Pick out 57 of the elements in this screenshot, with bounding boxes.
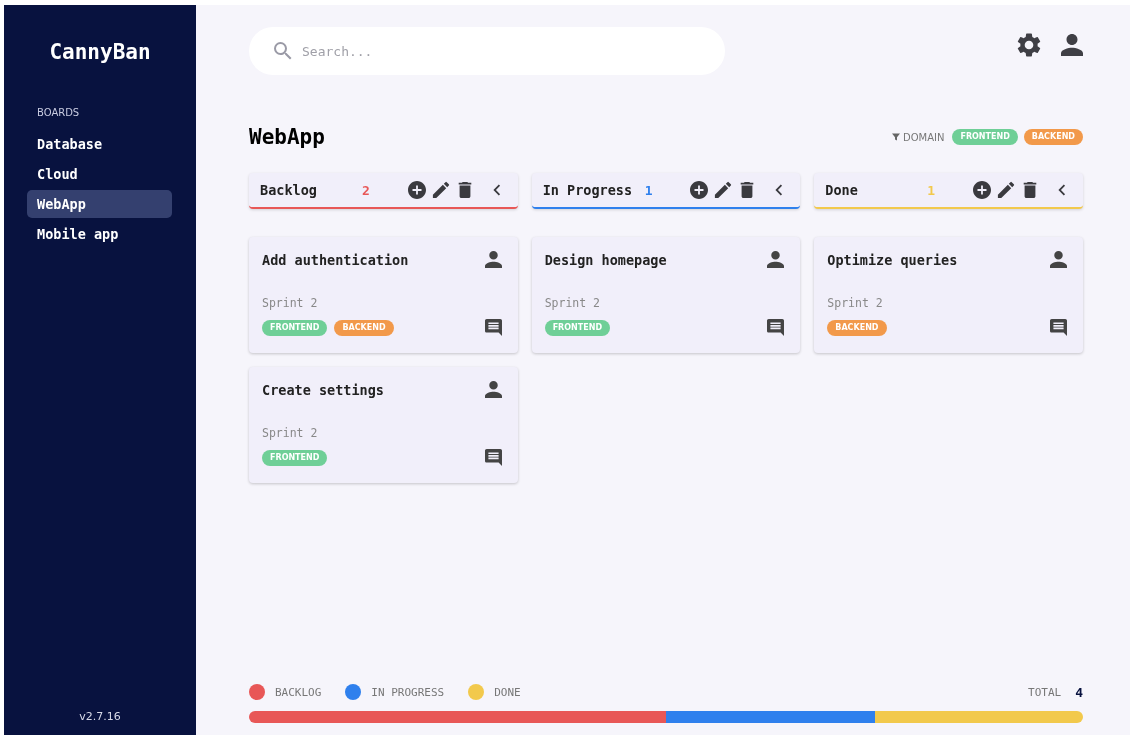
column-name: Backlog [260, 182, 318, 198]
sprint-label: Sprint 2 [544, 296, 602, 310]
column-count: 1 [927, 182, 936, 198]
assignee-icon [767, 251, 785, 268]
add-icon[interactable] [407, 181, 426, 199]
sidebar-item[interactable]: Database [27, 130, 172, 158]
search-field[interactable]: Search... [249, 27, 725, 75]
assignee-icon [1050, 251, 1067, 268]
section-label: BOARDS [37, 107, 81, 118]
card-title: Create settings [262, 381, 384, 398]
add-icon[interactable] [973, 181, 991, 199]
filter-label: DOMAIN [902, 131, 945, 143]
sidebar-item[interactable]: WebApp [27, 190, 172, 218]
tag: BACKEND [827, 319, 887, 336]
column-count: 1 [644, 182, 653, 198]
total-count: 4 [1075, 684, 1083, 700]
comment-icon[interactable] [484, 319, 502, 336]
sprint-label: Sprint 2 [827, 296, 884, 310]
card-title: Optimize queries [827, 251, 958, 268]
legend-label: IN PROGRESS [371, 685, 445, 699]
legend-label: DONE [494, 685, 521, 699]
column-name: In Progress [542, 182, 633, 198]
delete-icon[interactable] [1021, 181, 1039, 199]
search-icon [273, 41, 293, 61]
comment-icon[interactable] [767, 319, 785, 336]
version-label: v2.7.16 [78, 710, 122, 723]
task-card[interactable]: Optimize queries Sprint 2 BACKEND [814, 237, 1083, 353]
card-title: Add authentication [262, 251, 409, 268]
user-icon[interactable] [1061, 33, 1083, 57]
legend-label: BACKLOG [275, 685, 322, 699]
add-icon[interactable] [690, 181, 709, 199]
sprint-label: Sprint 2 [262, 426, 319, 440]
app-logo: CannyBan [48, 40, 152, 64]
edit-icon[interactable] [431, 181, 450, 199]
tag: BACKEND [334, 319, 394, 336]
edit-icon[interactable] [997, 181, 1015, 199]
sprint-label: Sprint 2 [262, 296, 319, 310]
filter-icon [890, 132, 901, 142]
edit-icon[interactable] [714, 181, 733, 199]
assignee-icon [484, 251, 502, 268]
tag: FRONTEND [262, 449, 328, 466]
tag: FRONTEND [544, 319, 611, 336]
board-title: WebApp [249, 125, 325, 149]
task-card[interactable]: Create settings Sprint 2 FRONTEND [249, 367, 518, 483]
sidebar-item[interactable]: Cloud [27, 160, 172, 188]
settings-icon[interactable] [1017, 33, 1041, 57]
card-title: Design homepage [544, 251, 667, 268]
tag: FRONTEND [262, 319, 328, 336]
task-card[interactable]: Add authentication Sprint 2 FRONTEND BACKEND [249, 237, 518, 353]
total-label: TOTAL [1028, 685, 1062, 699]
sidebar-item[interactable]: Mobile app [27, 220, 172, 248]
task-card[interactable]: Design homepage Sprint 2 FRONTEND [531, 237, 801, 353]
column-name: Done [825, 182, 859, 198]
column-count: 2 [362, 182, 370, 198]
comment-icon[interactable] [1050, 319, 1067, 336]
comment-icon[interactable] [484, 449, 502, 466]
assignee-icon [484, 381, 502, 398]
